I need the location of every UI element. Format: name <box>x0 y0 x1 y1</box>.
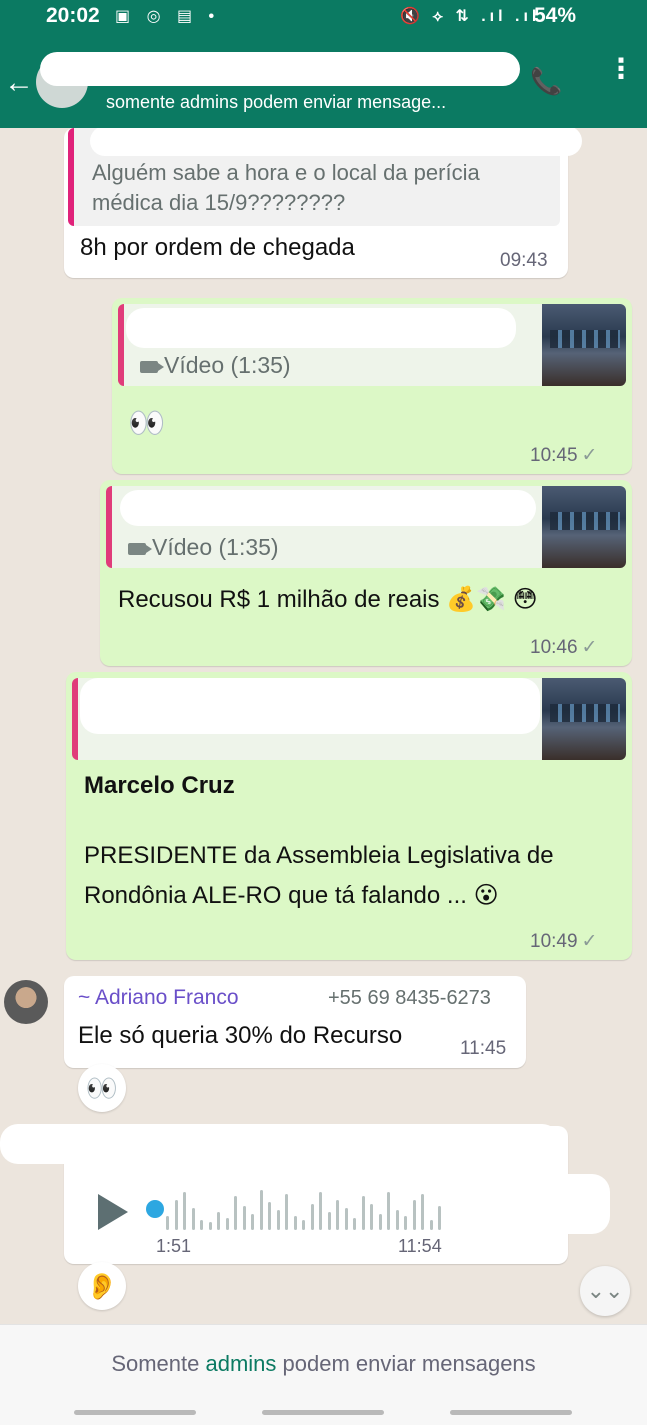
message-text: PRESIDENTE da Assembleia Legislativa de … <box>84 842 554 909</box>
video-icon <box>140 360 164 373</box>
waveform-bar <box>242 1206 246 1230</box>
waveform-bar <box>378 1214 382 1230</box>
nav-recent[interactable] <box>74 1410 196 1415</box>
play-icon[interactable] <box>98 1194 128 1230</box>
sender-phone: +55 69 8435-6273 <box>328 987 491 1009</box>
video-thumbnail[interactable] <box>542 486 626 568</box>
video-label: Vídeo (1:35) <box>164 352 291 378</box>
redaction <box>90 128 582 156</box>
sent-check-icon: ✓ <box>581 931 598 952</box>
waveform-bar <box>183 1192 186 1230</box>
reaction-badge[interactable]: 👂 <box>78 1262 126 1310</box>
video-label: Vídeo (1:35) <box>152 534 279 560</box>
message-text: 8h por ordem de chegada <box>80 234 355 261</box>
battery-level: 54% <box>534 4 577 27</box>
waveform-bar <box>412 1200 416 1230</box>
waveform-bar <box>395 1210 399 1230</box>
video-icon <box>128 542 152 555</box>
message-emoji: 👀 <box>128 407 166 440</box>
waveform-bar <box>387 1192 390 1230</box>
message-time: 09:43 <box>500 250 548 271</box>
waveform-bar <box>336 1200 339 1230</box>
notice-suffix: podem enviar mensagens <box>276 1351 536 1376</box>
waveform-bar <box>259 1190 263 1230</box>
quoted-text: Alguém sabe a hora e o local da perícia … <box>92 160 480 215</box>
waveform-bar <box>361 1196 365 1230</box>
video-thumbnail[interactable] <box>542 678 626 760</box>
redaction <box>80 678 540 734</box>
group-name-redacted[interactable] <box>40 52 520 86</box>
waveform-bar <box>200 1220 203 1230</box>
waveform-bar <box>166 1216 169 1230</box>
waveform-bar <box>191 1208 195 1230</box>
status-bar: 20:02 ▣ ◎ ▤ • 🔇 ⟡ ⇅ .ıl .ıl 54% <box>0 0 647 34</box>
reaction-badge[interactable]: 👀 <box>78 1064 126 1112</box>
waveform-bar <box>310 1204 314 1230</box>
waveform-bar <box>251 1214 254 1230</box>
scroll-down-icon[interactable]: ⌄⌄ <box>580 1266 630 1316</box>
video-thumbnail[interactable] <box>542 304 626 386</box>
waveform-bar <box>302 1220 305 1230</box>
add-call-icon[interactable]: 📞 <box>530 66 562 97</box>
signal-icons: 🔇 ⟡ ⇅ .ıl .ıl <box>400 8 541 25</box>
waveform-bar <box>404 1216 407 1230</box>
waveform-bar <box>285 1194 288 1230</box>
waveform-bar <box>208 1222 212 1230</box>
waveform-bar <box>421 1194 424 1230</box>
status-time: 20:02 <box>46 4 100 27</box>
redaction <box>120 490 536 526</box>
system-nav-bar <box>0 1402 647 1425</box>
redaction <box>126 308 516 348</box>
sent-check-icon: ✓ <box>581 445 598 466</box>
notification-icons: ▣ ◎ ▤ • <box>115 8 221 25</box>
waveform-bar <box>438 1206 441 1230</box>
waveform-bar <box>234 1196 237 1230</box>
message-meta: 10:46 ✓ <box>530 636 597 659</box>
message-time: 10:45 <box>530 445 578 466</box>
message-text: Recusou R$ 1 milhão de reais 💰💸 😳 <box>118 586 538 613</box>
message-time: 11:54 <box>398 1236 442 1256</box>
redaction <box>0 1124 560 1164</box>
nav-back[interactable] <box>450 1410 572 1415</box>
sent-check-icon: ✓ <box>581 637 598 658</box>
message-text: Ele só queria 30% do Recurso <box>78 1022 403 1049</box>
waveform-bar <box>217 1212 220 1230</box>
message-time: 10:49 <box>530 931 578 952</box>
audio-seek-handle[interactable] <box>146 1200 164 1218</box>
quoted-video-label: Vídeo (1:35) <box>140 350 291 380</box>
waveform-bar <box>268 1202 271 1230</box>
message-time: 10:46 <box>530 637 578 658</box>
waveform-bar <box>276 1210 280 1230</box>
message-heading: Marcelo Cruz <box>84 772 235 799</box>
waveform-bar <box>370 1204 373 1230</box>
message-meta: 10:45 ✓ <box>530 444 597 467</box>
quoted-video-label: Vídeo (1:35) <box>128 532 279 562</box>
waveform-bar <box>353 1218 356 1230</box>
message-meta: 10:49 ✓ <box>530 930 597 953</box>
waveform-bar <box>344 1208 348 1230</box>
waveform-bar <box>225 1218 229 1230</box>
waveform-bar <box>327 1212 331 1230</box>
message-time: 11:45 <box>460 1038 507 1059</box>
back-arrow-icon[interactable]: ← <box>4 66 34 100</box>
waveform-bar <box>429 1220 433 1230</box>
more-options-icon[interactable]: ⋮ <box>607 55 635 83</box>
message-bubble[interactable]: ~ Adriano Franco +55 69 8435-6273 Ele só… <box>64 976 526 1068</box>
admins-only-notice: Somente admins podem enviar mensagens <box>0 1324 647 1402</box>
redaction <box>470 1174 610 1234</box>
nav-home[interactable] <box>262 1410 384 1415</box>
chat-header: ← somente admins podem enviar mensage...… <box>0 40 647 128</box>
waveform-bar <box>174 1200 178 1230</box>
admins-link[interactable]: admins <box>205 1351 276 1376</box>
notice-prefix: Somente <box>111 1351 206 1376</box>
chat-area[interactable]: Alguém sabe a hora e o local da perícia … <box>0 128 647 1324</box>
sender-name[interactable]: ~ Adriano Franco <box>78 982 239 1014</box>
top-bar: 20:02 ▣ ◎ ▤ • 🔇 ⟡ ⇅ .ıl .ıl 54% ← soment… <box>0 0 647 128</box>
header-subtitle: somente admins podem enviar mensage... <box>106 92 447 112</box>
sender-avatar[interactable] <box>4 980 48 1024</box>
waveform-bar <box>319 1192 322 1230</box>
audio-waveform[interactable] <box>166 1188 446 1230</box>
audio-duration: 1:51 <box>156 1236 192 1256</box>
waveform-bar <box>293 1216 297 1230</box>
